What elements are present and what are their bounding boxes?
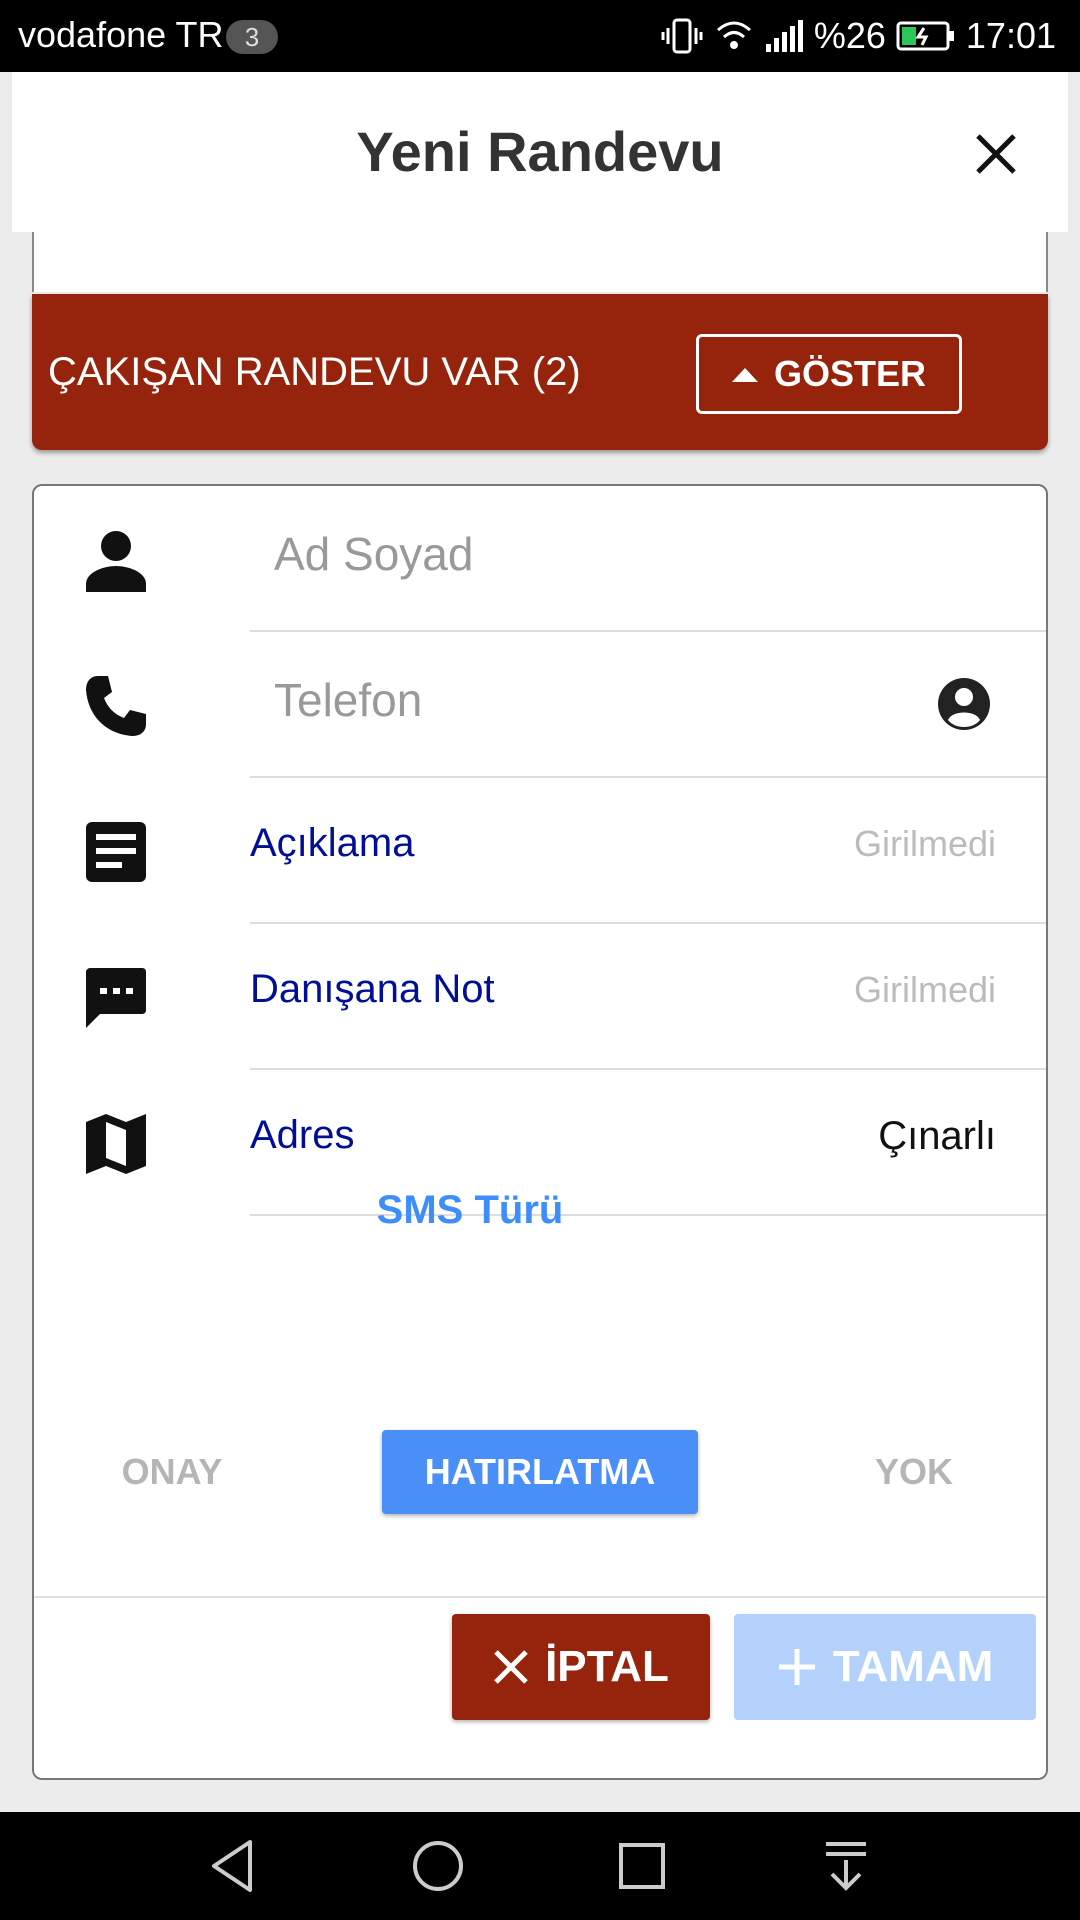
battery-icon (896, 21, 954, 51)
vibrate-icon (661, 18, 703, 54)
sms-option-hatirlatma[interactable]: HATIRLATMA (382, 1430, 698, 1514)
divider (34, 1596, 1046, 1598)
sms-option-onay[interactable]: ONAY (74, 1430, 270, 1514)
map-icon (86, 1114, 146, 1174)
notification-count-badge: 3 (226, 20, 278, 54)
appointment-form: Açıklama Girilmedi Danışana Not Girilmed… (32, 484, 1048, 1780)
page-title: Yeni Randevu (356, 120, 724, 183)
close-icon[interactable] (972, 130, 1020, 178)
ok-button[interactable]: TAMAM (734, 1614, 1036, 1720)
name-row (34, 486, 1046, 632)
previous-card-edge (32, 232, 1048, 292)
contact-picker-icon[interactable] (936, 676, 992, 732)
battery-percent: %26 (813, 15, 886, 56)
show-conflicts-label: GÖSTER (773, 353, 926, 394)
conflict-text: ÇAKIŞAN RANDEVU VAR (2) (48, 350, 581, 394)
app-header: Yeni Randevu (12, 72, 1068, 232)
clock: 17:01 (965, 15, 1056, 56)
description-value: Girilmedi (853, 823, 996, 864)
sms-option-yok[interactable]: YOK (842, 1430, 986, 1514)
caret-up-icon (731, 368, 758, 382)
notification-pull-icon[interactable] (818, 1838, 874, 1894)
name-input[interactable] (274, 522, 874, 586)
status-bar: vodafone TR 3 %26 17:01 (0, 0, 1080, 72)
close-icon (494, 1650, 528, 1684)
carrier-name: vodafone TR (18, 14, 224, 55)
client-note-row[interactable]: Danışana Not Girilmedi (34, 924, 1046, 1070)
back-icon[interactable] (206, 1838, 262, 1894)
show-conflicts-button[interactable]: GÖSTER (696, 334, 962, 414)
description-row[interactable]: Açıklama Girilmedi (34, 778, 1046, 924)
conflict-banner: ÇAKIŞAN RANDEVU VAR (2) GÖSTER (32, 294, 1048, 450)
navigation-bar (0, 1812, 1080, 1920)
document-icon (86, 822, 146, 882)
message-icon (86, 968, 146, 1028)
phone-icon (86, 676, 146, 736)
phone-input[interactable] (274, 668, 874, 732)
wifi-icon (716, 21, 751, 49)
cancel-label: İPTAL (545, 1642, 669, 1691)
ok-label: TAMAM (832, 1642, 994, 1691)
client-note-value: Girilmedi (853, 969, 996, 1010)
plus-icon (778, 1649, 815, 1685)
phone-row (34, 632, 1046, 778)
cancel-button[interactable]: İPTAL (452, 1614, 710, 1720)
signal-icon (765, 20, 803, 52)
person-icon (86, 531, 146, 592)
client-note-label: Danışana Not (250, 967, 495, 1011)
home-icon[interactable] (410, 1838, 466, 1894)
recents-icon[interactable] (614, 1838, 670, 1894)
sms-type-title: SMS Türü (376, 1188, 564, 1232)
description-label: Açıklama (250, 821, 415, 865)
